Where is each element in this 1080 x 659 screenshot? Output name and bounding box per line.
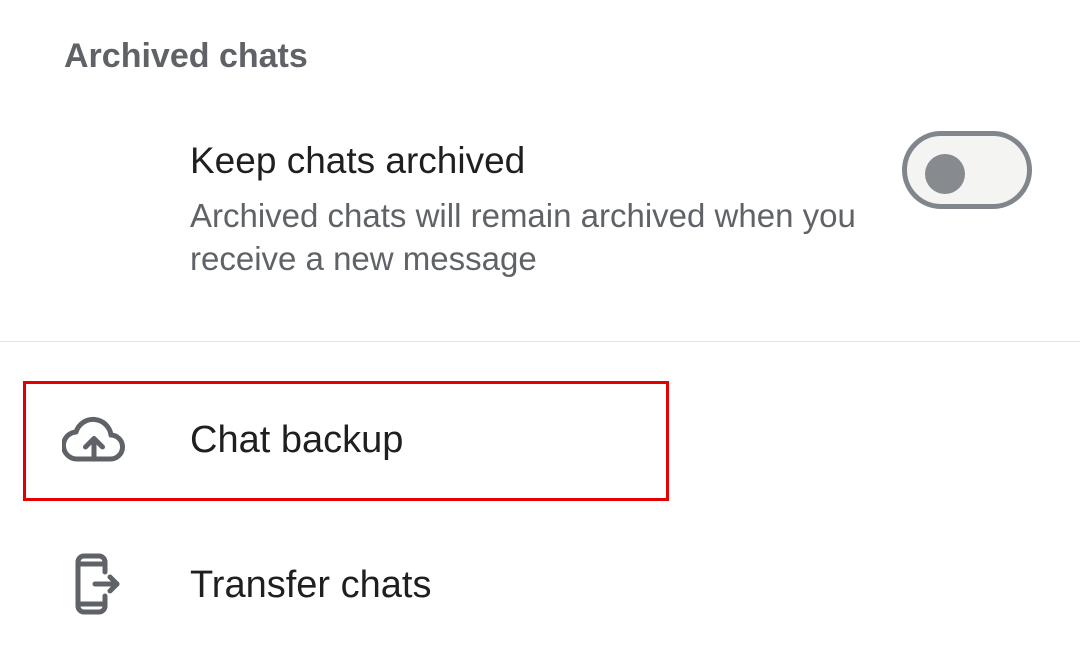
keep-chats-archived-setting[interactable]: Keep chats archived Archived chats will … xyxy=(0,110,1080,310)
transfer-chats-label: Transfer chats xyxy=(190,564,432,606)
keep-chats-archived-title: Keep chats archived xyxy=(190,140,526,181)
toggle-knob xyxy=(925,154,965,194)
section-divider xyxy=(0,341,1080,342)
phone-transfer-icon xyxy=(75,553,120,615)
keep-chats-archived-description: Archived chats will remain archived when… xyxy=(190,197,856,277)
transfer-chats-menu-item[interactable]: Transfer chats xyxy=(0,526,1080,646)
section-header-archived-chats: Archived chats xyxy=(64,37,308,75)
highlight-box xyxy=(23,381,669,501)
keep-chats-archived-toggle[interactable] xyxy=(902,131,1032,209)
